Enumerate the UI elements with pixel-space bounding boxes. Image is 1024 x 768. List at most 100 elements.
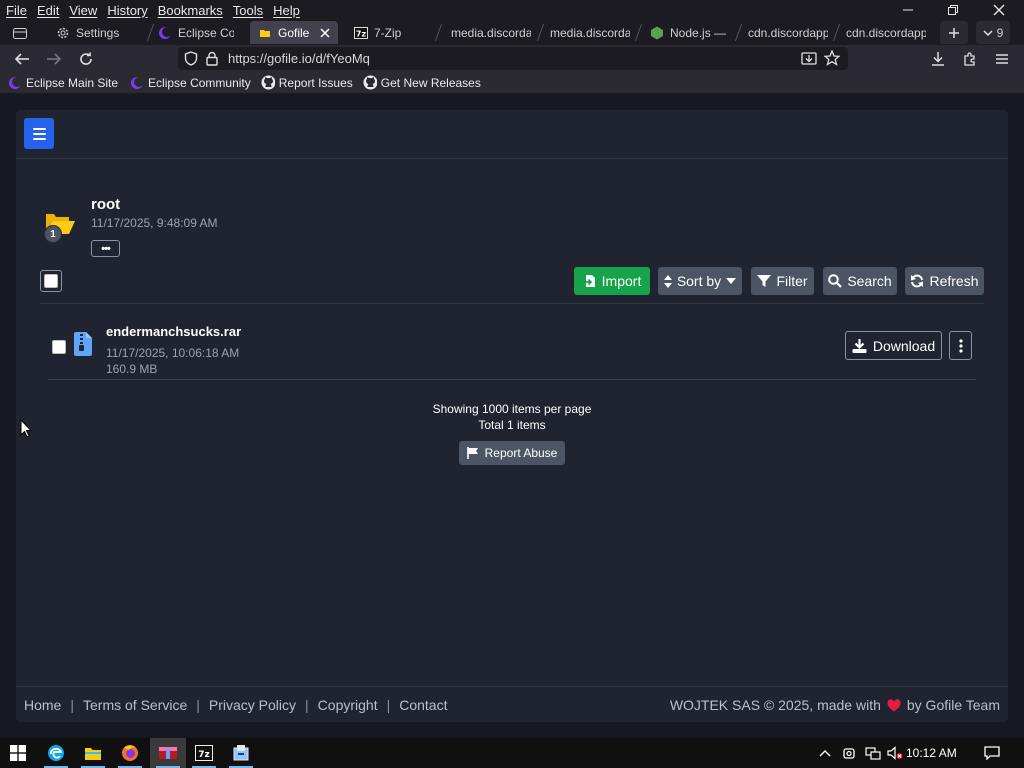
filter-icon [757, 274, 772, 287]
installer-icon [233, 745, 249, 761]
report-abuse-label: Report Abuse [484, 446, 558, 460]
tab-media-discord-1[interactable]: media.discorda [443, 21, 539, 44]
notification-center-button[interactable] [978, 738, 1006, 768]
back-button[interactable] [8, 45, 36, 72]
folder-options-button[interactable]: ••• [91, 240, 120, 257]
eclipse-icon [158, 26, 172, 40]
bookmark-eclipse-main-site[interactable]: Eclipse Main Site [8, 76, 118, 90]
tray-volume[interactable] [884, 738, 906, 768]
close-tab-button[interactable] [320, 27, 330, 38]
minimize-icon [903, 9, 913, 11]
select-all-checkbox[interactable] [40, 270, 62, 292]
webcam-icon [843, 748, 855, 759]
tray-meet-now[interactable] [838, 738, 860, 768]
tab-overflow-count: 9 [996, 25, 1004, 40]
tab-label: cdn.discordapp [748, 25, 828, 40]
url-bar[interactable]: https://gofile.io/d/fYeoMq [178, 47, 848, 70]
refresh-button[interactable]: Refresh [905, 267, 984, 295]
download-button[interactable]: Download [845, 331, 942, 360]
filter-label: Filter [776, 273, 808, 289]
bookmark-eclipse-community[interactable]: Eclipse Community [130, 76, 251, 90]
sidebar-toggle-button[interactable] [24, 118, 54, 149]
tray-network[interactable] [862, 738, 884, 768]
search-icon [828, 274, 843, 288]
footer-separator: | [196, 697, 200, 713]
menu-edit[interactable]: Edit [32, 3, 64, 18]
footer-links: Home | Terms of Service | Privacy Policy… [24, 697, 447, 713]
plus-icon [949, 27, 959, 38]
tab-cdn-discord-2[interactable]: cdn.discordapp [838, 21, 934, 44]
close-icon [320, 27, 330, 38]
tab-strip: Settings Eclipse Cor Gofile - 7z 7-Zip m… [0, 20, 1024, 45]
taskbar-edge[interactable] [38, 738, 74, 768]
lock-icon[interactable] [206, 51, 218, 69]
taskbar-winrar[interactable] [150, 738, 186, 768]
tab-cdn-discord-1[interactable]: cdn.discordapp [740, 21, 836, 44]
sort-by-button[interactable]: Sort by [658, 267, 742, 295]
footer-link-contact[interactable]: Contact [399, 697, 447, 713]
taskbar-firefox[interactable] [112, 738, 148, 768]
arrow-left-icon [14, 52, 29, 65]
bookmark-get-new-releases[interactable]: Get New Releases [363, 76, 481, 90]
import-button[interactable]: Import [574, 267, 650, 295]
extensions-button[interactable] [956, 45, 984, 72]
search-button[interactable]: Search [823, 267, 897, 295]
hamburger-icon [996, 53, 1008, 64]
tab-nodejs[interactable]: Node.js — [642, 21, 738, 44]
menu-help[interactable]: Help [268, 3, 305, 18]
menu-history[interactable]: History [102, 3, 152, 18]
save-to-pocket-icon[interactable] [801, 51, 817, 69]
footer-separator: | [386, 697, 391, 713]
taskbar-installer[interactable] [223, 738, 259, 768]
tab-overflow-button[interactable]: 9 [976, 21, 1010, 44]
file-select-checkbox[interactable] [52, 340, 66, 354]
footer-link-terms[interactable]: Terms of Service [83, 697, 187, 713]
new-tab-button[interactable] [940, 21, 968, 44]
gear-icon [56, 26, 70, 40]
eclipse-icon [130, 76, 145, 90]
filter-button[interactable]: Filter [751, 267, 814, 295]
file-options-button[interactable] [949, 331, 972, 360]
tab-media-discord-2[interactable]: media.discorda [542, 21, 638, 44]
checkbox-box [44, 274, 58, 288]
tab-7zip[interactable]: 7z 7-Zip [346, 21, 436, 44]
windows-icon [10, 745, 26, 761]
winrar-icon [159, 747, 177, 759]
close-window-button[interactable] [979, 0, 1019, 20]
show-hidden-icons-button[interactable] [816, 738, 834, 768]
tab-list-button[interactable] [0, 21, 40, 44]
footer-credit-prefix: WOJTEK SAS © 2025, made with [669, 697, 881, 713]
bookmark-report-issues[interactable]: Report Issues [261, 76, 353, 90]
taskbar-7zip[interactable]: 7z [186, 738, 222, 768]
menu-tools[interactable]: Tools [228, 3, 268, 18]
tab-settings[interactable]: Settings [48, 21, 148, 44]
footer-credit-suffix: by Gofile Team [906, 697, 1000, 713]
tab-gofile[interactable]: Gofile - [250, 21, 338, 44]
minimize-button[interactable] [888, 0, 928, 20]
tab-eclipse[interactable]: Eclipse Cor [150, 21, 242, 44]
shield-icon[interactable] [184, 51, 198, 69]
start-button[interactable] [0, 738, 36, 768]
url-text: https://gofile.io/d/fYeoMq [228, 51, 370, 66]
file-name[interactable]: endermanchsucks.rar [106, 324, 241, 339]
taskbar-file-explorer[interactable] [75, 738, 111, 768]
file-size: 160.9 MB [106, 362, 158, 376]
bookmark-label: Get New Releases [380, 75, 481, 90]
folder-name: root [91, 196, 121, 213]
footer-link-copyright[interactable]: Copyright [318, 697, 378, 713]
menu-view[interactable]: View [64, 3, 102, 18]
bookmarks-toolbar: Eclipse Main Site Eclipse Community Repo… [0, 72, 1024, 94]
reload-button[interactable] [72, 45, 100, 72]
menu-bookmarks[interactable]: Bookmarks [153, 3, 228, 18]
forward-button[interactable] [40, 45, 68, 72]
downloads-button[interactable] [924, 45, 952, 72]
navigation-bar: https://gofile.io/d/fYeoMq [0, 45, 1024, 72]
footer-link-privacy[interactable]: Privacy Policy [209, 697, 296, 713]
menu-file[interactable]: File [0, 3, 32, 18]
taskbar-clock[interactable]: 10:12 AM [906, 738, 957, 768]
footer-link-home[interactable]: Home [24, 697, 61, 713]
restore-button[interactable] [933, 0, 973, 20]
star-icon[interactable] [823, 49, 841, 69]
app-menu-button[interactable] [988, 45, 1016, 72]
report-abuse-button[interactable]: Report Abuse [459, 441, 565, 465]
